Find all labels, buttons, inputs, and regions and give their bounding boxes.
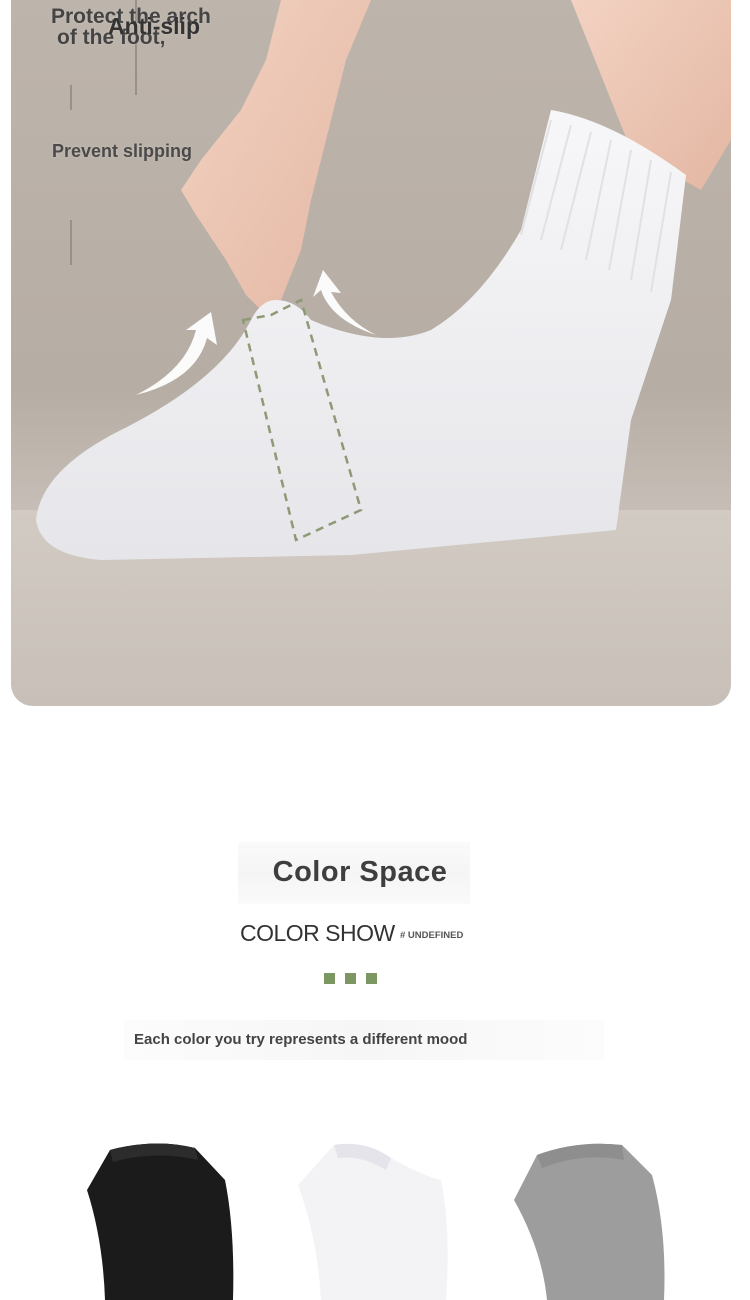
hero-text-antislip: Anti-slip (108, 13, 200, 39)
black-sock-image (87, 1143, 234, 1300)
section-subtitle: COLOR SHOW (240, 920, 395, 946)
accent-dot (345, 973, 356, 984)
hero-text-prevent: Prevent slipping (52, 141, 193, 161)
white-sock-image (298, 1143, 448, 1300)
gray-sock-image (514, 1143, 665, 1300)
subtitle-tag: # UNDEFINED (400, 930, 464, 941)
section-title: Color Space (272, 856, 448, 888)
sock-photo (11, 0, 731, 706)
accent-dot (366, 973, 377, 984)
section-tagline: Each color you try represents a differen… (134, 1031, 468, 1048)
accent-dot (324, 973, 335, 984)
hero-image: Protect the arch of the foot, Anti-slip … (11, 0, 731, 706)
